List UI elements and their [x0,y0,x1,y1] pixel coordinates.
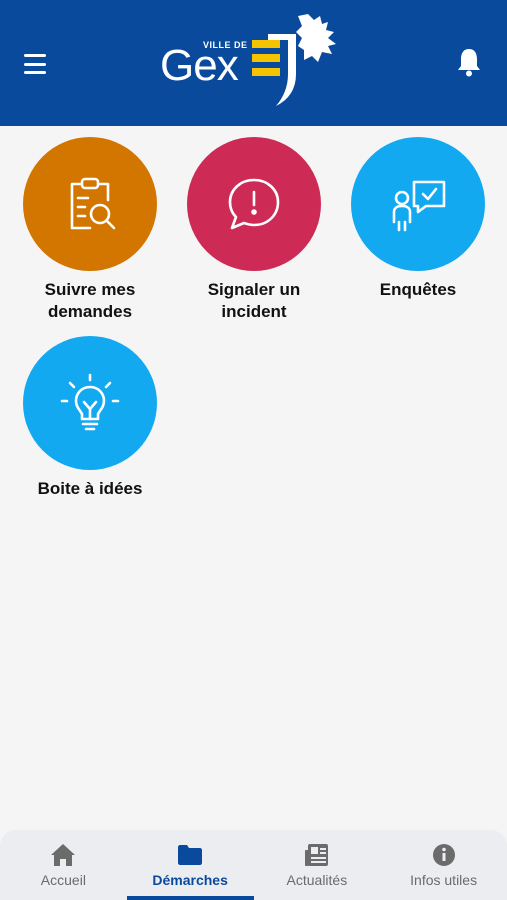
tab-label: Accueil [40,872,86,888]
tab-label: Infos utiles [410,872,478,888]
tab-actualites[interactable]: Actualités [254,830,381,900]
person-check-bubble-icon [392,180,446,232]
tile-circle[interactable] [23,336,157,470]
tab-label: Actualités [286,872,348,888]
tab-infos-utiles[interactable]: Infos utiles [380,830,507,900]
logo-shield-icon [252,14,336,106]
tab-accueil[interactable]: Accueil [0,830,127,900]
tile-enquetes[interactable]: Enquêtes [343,137,493,301]
info-icon [432,844,455,866]
tile-boite-a-idees[interactable]: Boite à idées [15,336,165,500]
newspaper-icon [304,844,328,866]
tile-label: Enquêtes [379,280,457,299]
tile-suivre-mes-demandes[interactable]: Suivre mes demandes [15,137,165,323]
lightbulb-icon [60,373,120,431]
logo-gex-text: Gex [160,41,239,90]
tile-signaler-un-incident[interactable]: Signaler un incident [179,137,329,323]
tile-circle[interactable] [23,137,157,271]
ville-de-gex-logo: VILLE DE Gex [160,12,350,110]
tile-circle[interactable] [351,137,485,271]
folder-icon [178,845,203,865]
bottom-tab-bar: Accueil Démarches Actualités Infos utile… [0,830,507,900]
tab-label: Démarches [152,872,228,888]
hamburger-menu-icon[interactable] [24,52,52,74]
bell-icon[interactable] [454,46,484,78]
tile-label: Suivre mes demandes [44,280,136,321]
tab-demarches[interactable]: Démarches [126,830,254,900]
tile-label: Boite à idées [37,479,143,498]
tile-label: Signaler un incident [207,280,301,321]
clipboard-search-icon [70,177,116,230]
app-header: VILLE DE Gex [0,0,507,126]
tile-circle[interactable] [187,137,321,271]
home-icon [51,844,76,866]
exclamation-speech-bubble-icon [228,178,280,230]
